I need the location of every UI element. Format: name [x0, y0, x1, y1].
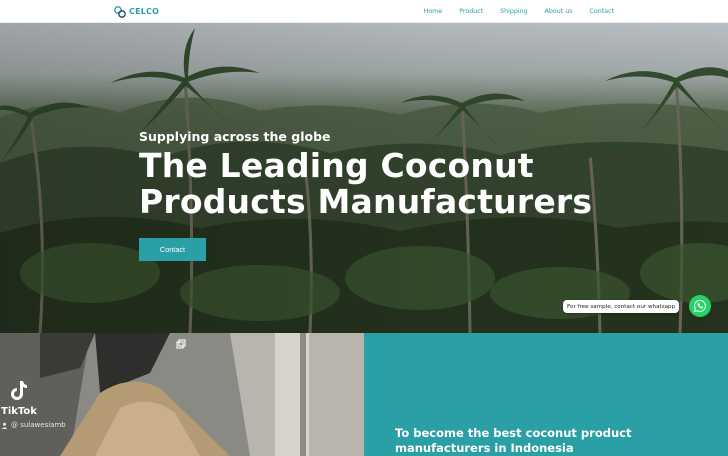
- hero-title-line-1: The Leading Coconut: [139, 146, 534, 185]
- tiktok-username: @ sulawesiamb: [1, 421, 66, 429]
- user-icon: [1, 422, 8, 429]
- logo-icon: [114, 5, 126, 18]
- tiktok-username-text: @ sulawesiamb: [11, 421, 66, 429]
- hero-contact-button[interactable]: Contact: [139, 238, 206, 261]
- nav-shipping[interactable]: Shipping: [500, 8, 527, 15]
- open-external-icon[interactable]: [176, 339, 186, 349]
- whatsapp-icon: [693, 299, 706, 313]
- main-menu: Home Product Shipping About us Contact: [424, 0, 614, 23]
- tiktok-wordmark: TikTok: [1, 406, 37, 417]
- hero-kicker: Supplying across the globe: [139, 129, 331, 144]
- mission-panel: To become the best coconut product manuf…: [364, 333, 728, 456]
- brand-logo[interactable]: CELCO: [114, 4, 159, 19]
- nav-contact[interactable]: Contact: [590, 8, 615, 15]
- nav-product[interactable]: Product: [459, 8, 483, 15]
- tiktok-video-embed[interactable]: [0, 333, 364, 456]
- hero-title-line-2: Products Manufacturers: [139, 182, 593, 221]
- nav-home[interactable]: Home: [424, 8, 443, 15]
- video-frame: [0, 333, 364, 456]
- whatsapp-button[interactable]: [689, 295, 711, 317]
- hero-title: The Leading Coconut Products Manufacture…: [139, 148, 592, 220]
- top-navigation: CELCO Home Product Shipping About us Con…: [0, 0, 728, 23]
- nav-about-us[interactable]: About us: [545, 8, 573, 15]
- mission-statement: To become the best coconut product manuf…: [395, 426, 632, 455]
- tiktok-icon: [11, 381, 27, 400]
- brand-name: CELCO: [129, 7, 160, 16]
- whatsapp-tooltip[interactable]: For free sample, contact our whatsapp: [563, 300, 680, 313]
